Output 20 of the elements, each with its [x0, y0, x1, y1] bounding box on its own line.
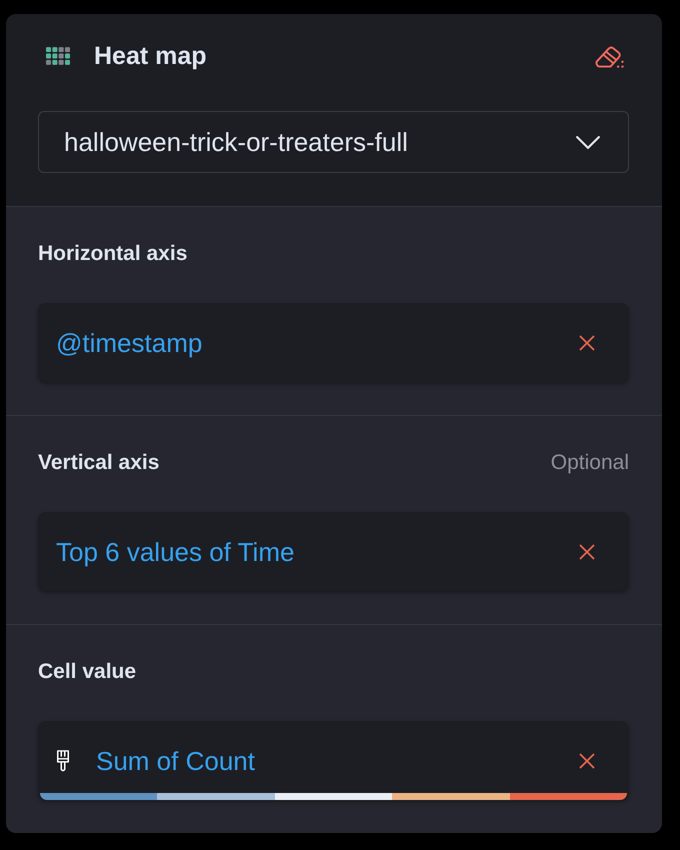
clear-layer-button[interactable] — [594, 44, 625, 68]
section-label: Vertical axis — [38, 450, 160, 476]
chevron-down-icon — [576, 136, 600, 148]
remove-button[interactable] — [579, 544, 595, 560]
eraser-icon — [594, 44, 625, 68]
dimension-link[interactable]: Sum of Count — [96, 744, 255, 776]
remove-button[interactable] — [579, 334, 595, 350]
paintbrush-icon[interactable] — [56, 748, 70, 772]
heatmap-icon — [46, 47, 70, 65]
section-label: Horizontal axis — [38, 241, 188, 267]
optional-hint: Optional — [550, 450, 629, 476]
close-icon — [579, 334, 595, 350]
layer-title: Heat map — [94, 41, 207, 71]
close-icon — [579, 544, 595, 560]
close-icon — [579, 752, 595, 768]
remove-button[interactable] — [579, 752, 595, 768]
dimension-link[interactable]: Top 6 values of Time — [56, 536, 294, 568]
data-view-select[interactable]: halloween-trick-or-treaters-full — [38, 111, 629, 173]
dimension-link[interactable]: @timestamp — [56, 326, 202, 358]
section-label: Cell value — [38, 659, 136, 685]
